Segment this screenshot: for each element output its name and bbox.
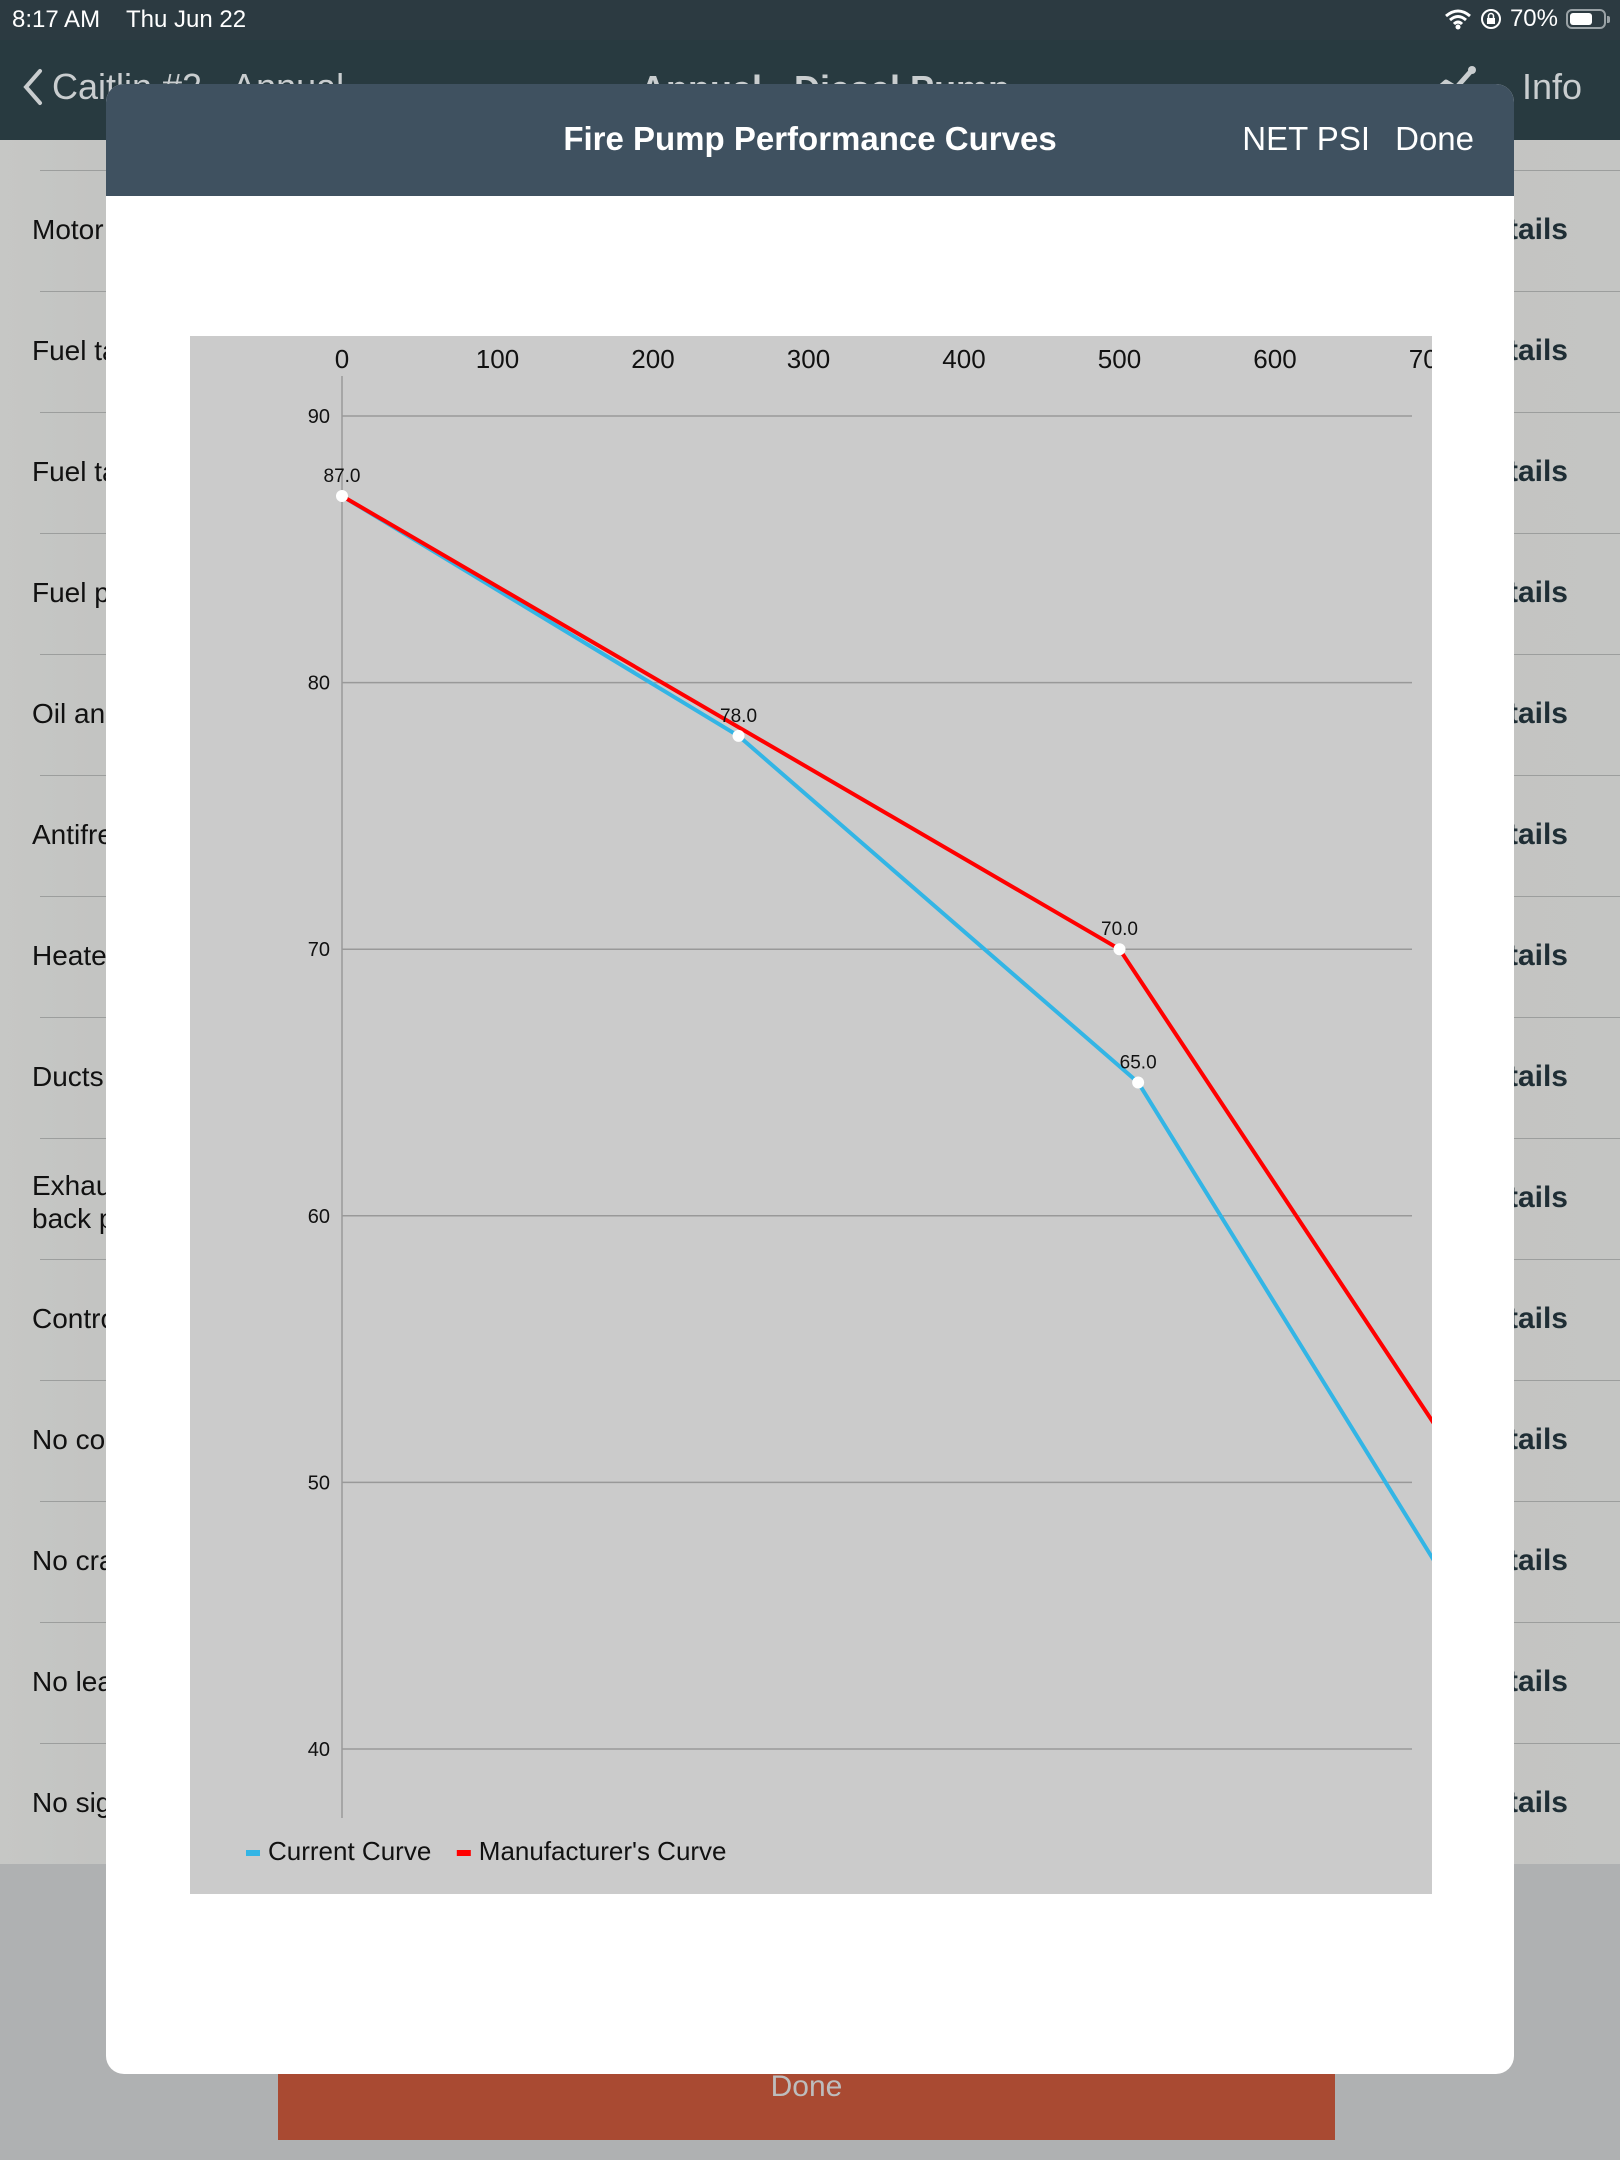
y-tick-label: 80 (308, 673, 330, 695)
y-tick-label: 50 (308, 1472, 330, 1494)
x-tick-label: 500 (1098, 344, 1141, 374)
y-tick-label: 90 (308, 406, 330, 428)
data-label: 87.0 (324, 466, 361, 487)
modal-done-button[interactable]: Done (1395, 120, 1474, 158)
x-tick-label: 400 (942, 344, 985, 374)
x-tick-label: 600 (1253, 344, 1296, 374)
battery-percent: 70% (1509, 5, 1558, 32)
orientation-lock-icon (1480, 9, 1501, 29)
chart-area: 40 50 60 70 80 90 0 100 200 300 400 500 600 700 87.0 78… (190, 336, 1514, 1894)
modal-header: Fire Pump Performance Curves NET PSI Don… (106, 84, 1514, 196)
checklist-row-label: Ducts (32, 1061, 104, 1092)
wifi-icon (1444, 9, 1471, 30)
battery-icon (1566, 9, 1610, 29)
x-tick-label: 300 (787, 344, 830, 374)
status-time: 8:17 AM (12, 6, 101, 33)
x-tick-label: 0 (335, 344, 349, 374)
legend-swatch (456, 1850, 471, 1856)
y-tick-label: 40 (308, 1739, 330, 1761)
status-icons: 70% (1444, 5, 1610, 33)
data-label: 65.0 (1120, 1053, 1157, 1074)
status-bar: 8:17 AM Thu Jun 22 70% (0, 0, 1620, 40)
data-point (1132, 1076, 1145, 1089)
data-point (1113, 943, 1126, 956)
x-tick-label: 700 (1409, 344, 1432, 374)
checklist-row-label: Heater (32, 940, 117, 971)
data-point (732, 729, 745, 742)
series-line-manufacturer (340, 494, 1510, 1537)
y-tick-label: 70 (308, 939, 330, 961)
series-line-current (340, 494, 1514, 1694)
legend-label: Current Curve (268, 1836, 431, 1866)
legend-label: Manufacturer's Curve (479, 1836, 727, 1866)
legend-swatch (246, 1850, 260, 1856)
y-tick-label: 60 (308, 1206, 330, 1228)
info-button[interactable]: Info (1522, 66, 1582, 108)
data-point (336, 489, 348, 502)
data-label: 70.0 (1101, 919, 1138, 940)
data-label: 78.0 (720, 706, 757, 727)
x-tick-label: 200 (631, 344, 674, 374)
net-psi-button[interactable]: NET PSI (1242, 120, 1370, 158)
performance-chart: 40 50 60 70 80 90 0 100 200 300 400 500 600 700 87.0 78… (246, 344, 1514, 1866)
checklist-row-label: Motor (32, 214, 104, 245)
x-tick-label: 100 (476, 344, 519, 374)
status-date: Thu Jun 22 (126, 6, 247, 33)
chevron-left-icon (23, 69, 42, 105)
performance-curves-modal: Fire Pump Performance Curves NET PSI Don… (106, 84, 1514, 2074)
done-bottom-label: Done (770, 2070, 843, 2103)
